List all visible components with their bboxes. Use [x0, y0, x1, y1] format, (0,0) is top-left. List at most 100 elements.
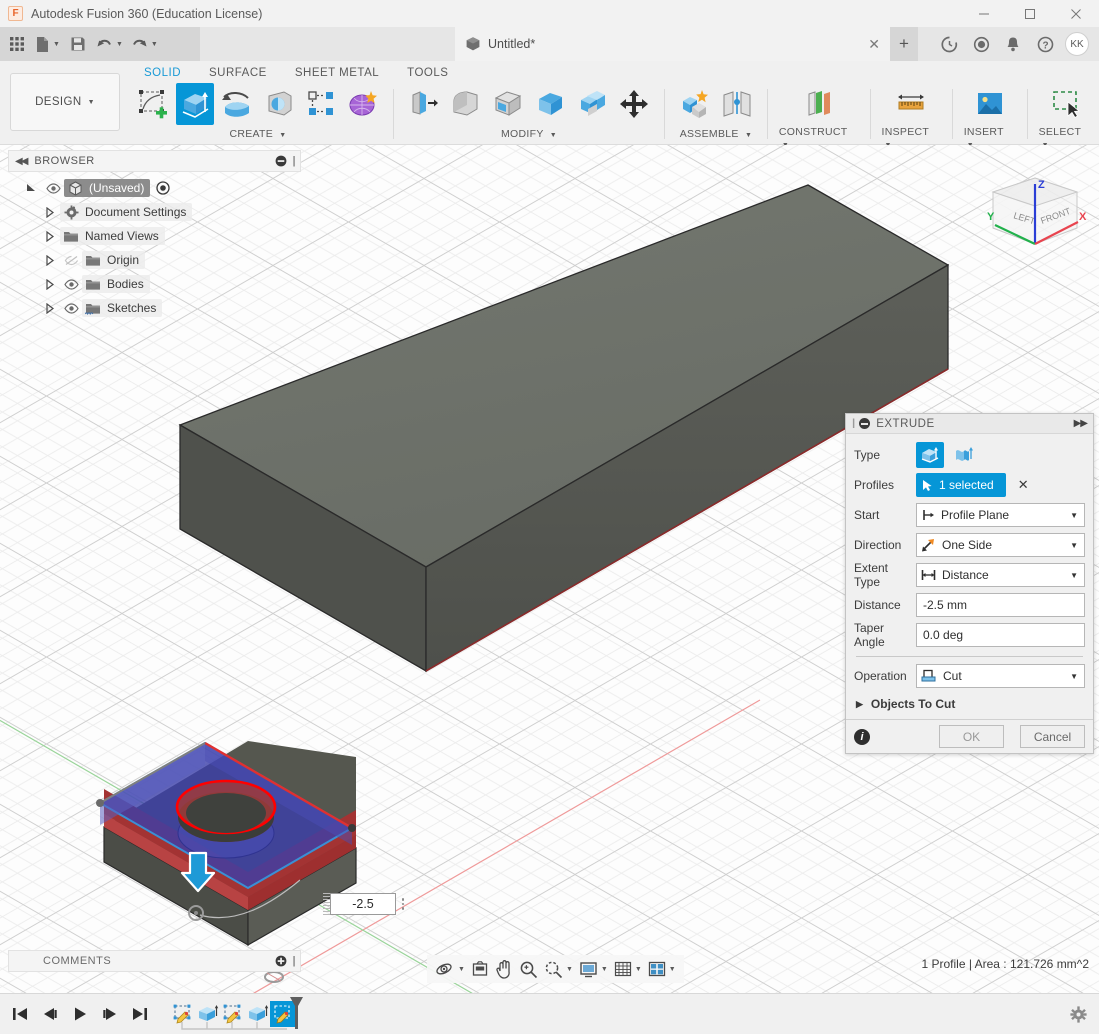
- chevron-down-icon[interactable]: ▼: [669, 966, 676, 973]
- offset-plane-icon[interactable]: [800, 83, 838, 125]
- extrude-icon[interactable]: [176, 83, 214, 125]
- help-icon[interactable]: ?: [1029, 28, 1061, 60]
- comments-resize-grip[interactable]: ||: [292, 955, 295, 967]
- press-pull-icon[interactable]: [405, 83, 443, 125]
- dialog-pin-icon[interactable]: ▶▶: [1074, 418, 1088, 429]
- twisty-expanded-icon[interactable]: [20, 183, 42, 194]
- document-tab[interactable]: Untitled* ✕: [455, 27, 890, 61]
- create-form-icon[interactable]: [344, 83, 382, 125]
- new-tab-button[interactable]: +: [890, 27, 918, 61]
- browser-item-chip[interactable]: Named Views: [60, 227, 165, 245]
- direction-dropdown[interactable]: One Side ▼: [916, 533, 1085, 557]
- twisty-collapsed-icon[interactable]: [38, 254, 60, 266]
- extrude-dialog-header[interactable]: || EXTRUDE ▶▶: [846, 414, 1093, 434]
- chevron-down-icon[interactable]: ▼: [566, 966, 573, 973]
- ribbon-group-label-modify[interactable]: MODIFY ▼: [501, 128, 557, 140]
- combine-icon[interactable]: [573, 83, 611, 125]
- chevron-down-icon[interactable]: ▼: [1070, 511, 1078, 520]
- create-sketch-icon[interactable]: [134, 83, 172, 125]
- browser-header-actions[interactable]: ||: [275, 155, 296, 167]
- close-button[interactable]: [1053, 0, 1099, 27]
- start-dropdown[interactable]: Profile Plane ▼: [916, 503, 1085, 527]
- dialog-grip-icon[interactable]: ||: [852, 418, 856, 429]
- zoom-icon[interactable]: [517, 957, 540, 981]
- ok-button[interactable]: OK: [939, 725, 1004, 748]
- fit-icon[interactable]: ▼: [542, 957, 575, 981]
- avatar[interactable]: KK: [1065, 32, 1089, 56]
- browser-item-chip[interactable]: (Unsaved): [64, 179, 151, 197]
- twisty-collapsed-icon[interactable]: [38, 302, 60, 314]
- twisty-collapsed-icon[interactable]: [38, 278, 60, 290]
- go-to-beginning-icon[interactable]: [10, 1003, 30, 1025]
- browser-item-named-views[interactable]: Named Views: [8, 224, 301, 248]
- chevron-down-icon[interactable]: ▼: [1070, 672, 1078, 681]
- browser-item-origin[interactable]: Origin: [8, 248, 301, 272]
- extrude-profile-icon[interactable]: [916, 442, 944, 468]
- manipulator-menu-icon[interactable]: [396, 898, 410, 910]
- objects-to-cut-section[interactable]: ▶ Objects To Cut: [854, 691, 1085, 717]
- joint-icon[interactable]: [718, 83, 756, 125]
- extrude-dialog[interactable]: || EXTRUDE ▶▶ Type Profiles 1 selected ✕…: [845, 413, 1094, 754]
- tab-surface[interactable]: SURFACE: [195, 64, 281, 84]
- extrude-surface-icon[interactable]: [950, 442, 978, 468]
- viewport-3d[interactable]: LEFT FRONT Z Y X -2.5 ◀◀ BROWSER || (Uns…: [0, 145, 1099, 993]
- cancel-button[interactable]: Cancel: [1020, 725, 1085, 748]
- comments-actions[interactable]: ||: [275, 955, 296, 967]
- undo-icon[interactable]: ▼: [93, 30, 126, 58]
- grid-snap-icon[interactable]: ▼: [612, 957, 644, 981]
- tab-tools[interactable]: TOOLS: [393, 64, 462, 84]
- new-component-icon[interactable]: [676, 83, 714, 125]
- save-icon[interactable]: [65, 30, 91, 58]
- select-window-icon[interactable]: [1047, 83, 1085, 125]
- visibility-eye-icon[interactable]: [60, 302, 82, 314]
- document-tab-close-icon[interactable]: ✕: [868, 36, 880, 53]
- job-status-icon[interactable]: [933, 28, 965, 60]
- twisty-collapsed-icon[interactable]: [38, 206, 60, 218]
- manipulator-grip[interactable]: [323, 893, 330, 915]
- tab-solid[interactable]: SOLID: [130, 64, 195, 84]
- visibility-eye-icon[interactable]: [60, 278, 82, 290]
- look-at-icon[interactable]: [469, 957, 491, 981]
- orbit-icon[interactable]: ▼: [433, 957, 467, 981]
- tab-sheet-metal[interactable]: SHEET METAL: [281, 64, 393, 84]
- browser-resize-grip[interactable]: ||: [292, 155, 295, 167]
- browser-item-chip[interactable]: Document Settings: [60, 203, 193, 221]
- step-back-icon[interactable]: [40, 1003, 60, 1025]
- fillet-icon[interactable]: [447, 83, 485, 125]
- recent-icon[interactable]: [965, 28, 997, 60]
- ribbon-group-label-create[interactable]: CREATE ▼: [229, 128, 286, 140]
- browser-item-document-settings[interactable]: Document Settings: [8, 200, 301, 224]
- move-copy-icon[interactable]: [615, 83, 653, 125]
- view-cube[interactable]: LEFT FRONT Z Y X: [985, 170, 1095, 270]
- profiles-selection-button[interactable]: 1 selected: [916, 473, 1006, 497]
- timeline-settings-gear-icon[interactable]: [1070, 1005, 1087, 1023]
- manipulator-value[interactable]: -2.5: [330, 893, 396, 915]
- browser-item-chip[interactable]: Sketches: [82, 299, 163, 317]
- operation-dropdown[interactable]: Cut ▼: [916, 664, 1085, 688]
- visibility-eye-icon[interactable]: [42, 182, 64, 194]
- component-activate-radio-icon[interactable]: [156, 181, 171, 195]
- comments-panel[interactable]: COMMENTS ||: [8, 950, 301, 972]
- viewports-icon[interactable]: ▼: [646, 957, 678, 981]
- browser-item-chip[interactable]: Bodies: [82, 275, 150, 293]
- visibility-eye-off-icon[interactable]: [60, 255, 82, 266]
- chevron-down-icon[interactable]: ▼: [601, 966, 608, 973]
- chevron-down-icon[interactable]: ▼: [1070, 541, 1078, 550]
- info-icon[interactable]: i: [854, 728, 870, 745]
- extent-type-dropdown[interactable]: Distance ▼: [916, 563, 1085, 587]
- pan-icon[interactable]: [493, 957, 515, 981]
- profiles-clear-icon[interactable]: ✕: [1018, 477, 1029, 493]
- measure-icon[interactable]: [892, 83, 930, 125]
- draft-icon[interactable]: [531, 83, 569, 125]
- browser-item-sketches[interactable]: Sketches: [8, 296, 301, 320]
- browser-item-bodies[interactable]: Bodies: [8, 272, 301, 296]
- go-to-end-icon[interactable]: [130, 1003, 150, 1025]
- sweep-icon[interactable]: [260, 83, 298, 125]
- new-file-icon[interactable]: ▼: [32, 30, 63, 58]
- display-settings-icon[interactable]: ▼: [577, 957, 610, 981]
- twisty-collapsed-icon[interactable]: [38, 230, 60, 242]
- workspace-selector-design[interactable]: DESIGN ▼: [10, 73, 120, 131]
- play-icon[interactable]: [70, 1003, 90, 1025]
- browser-item-unsaved[interactable]: (Unsaved): [8, 176, 301, 200]
- chevron-down-icon[interactable]: ▼: [635, 966, 642, 973]
